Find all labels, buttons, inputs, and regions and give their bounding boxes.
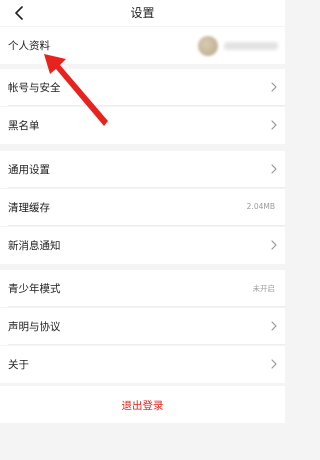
- divider: [8, 105, 285, 106]
- settings-item-about[interactable]: 关于: [0, 346, 285, 383]
- settings-item-label: 新消息通知: [8, 240, 61, 252]
- settings-item-label: 声明与协议: [8, 321, 61, 333]
- teen-mode-status: 未开启: [252, 284, 276, 293]
- settings-item-agreements[interactable]: 声明与协议: [0, 308, 285, 345]
- chevron-right-icon: [269, 358, 279, 370]
- chevron-right-icon: [269, 239, 279, 251]
- settings-item-account-security[interactable]: 帐号与安全: [0, 69, 285, 106]
- chevron-right-icon: [269, 163, 279, 175]
- divider: [8, 187, 285, 188]
- cache-size-value: 2.04MB: [246, 202, 275, 211]
- logout-label: 退出登录: [121, 400, 164, 412]
- header-bar: 设置: [0, 0, 285, 26]
- settings-item-label: 个人资料: [8, 40, 50, 52]
- settings-item-label: 关于: [8, 359, 29, 371]
- settings-item-notifications[interactable]: 新消息通知: [0, 227, 285, 264]
- divider: [8, 344, 285, 345]
- settings-item-label: 黑名单: [8, 120, 40, 132]
- settings-item-label: 青少年模式: [8, 283, 61, 295]
- settings-item-label: 帐号与安全: [8, 82, 61, 94]
- settings-item-general[interactable]: 通用设置: [0, 151, 285, 188]
- chevron-right-icon: [269, 320, 279, 332]
- divider: [8, 306, 285, 307]
- settings-item-label: 清理缓存: [8, 202, 50, 214]
- logout-button[interactable]: 退出登录: [0, 386, 285, 423]
- divider: [8, 225, 285, 226]
- page-title: 设置: [130, 6, 155, 20]
- chevron-right-icon: [269, 81, 279, 93]
- settings-item-blacklist[interactable]: 黑名单: [0, 107, 285, 144]
- chevron-right-icon: [269, 119, 279, 131]
- settings-item-clear-cache[interactable]: 清理缓存 2.04MB: [0, 189, 285, 226]
- avatar: [198, 36, 218, 56]
- blurred-username: [224, 42, 278, 50]
- settings-item-teen-mode[interactable]: 青少年模式 未开启: [0, 270, 285, 307]
- settings-item-label: 通用设置: [8, 164, 50, 176]
